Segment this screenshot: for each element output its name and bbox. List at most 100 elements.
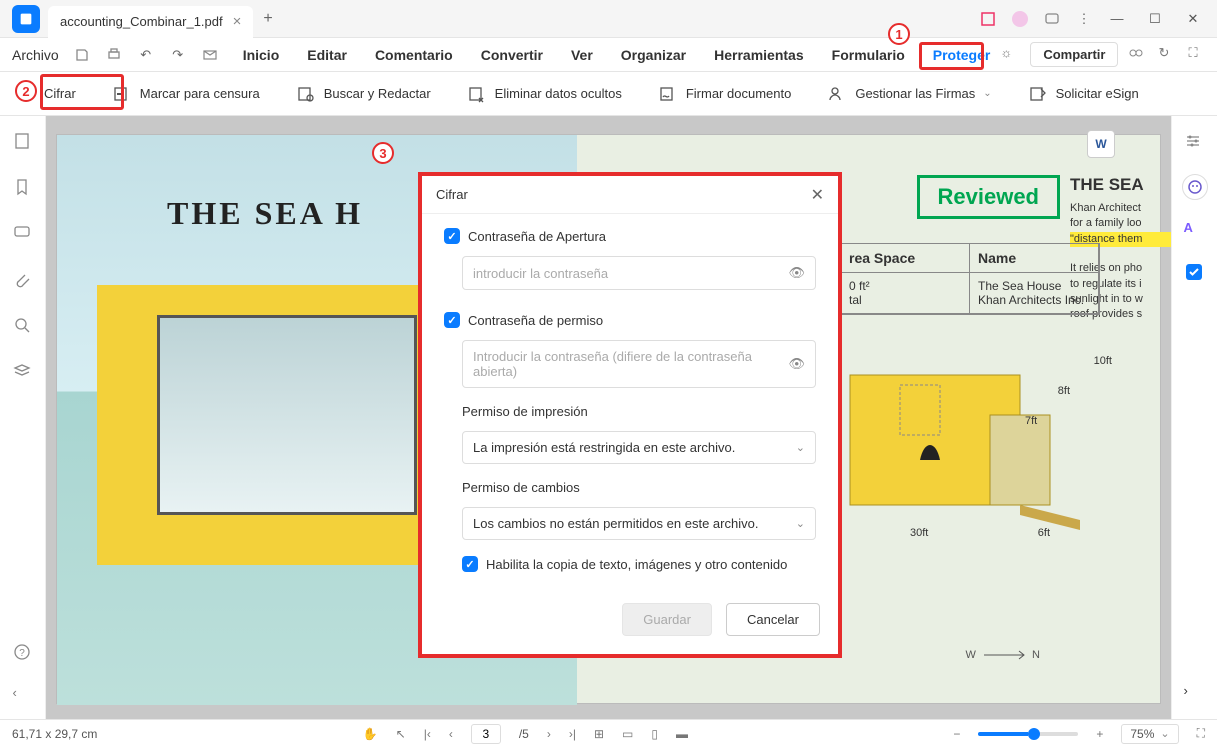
first-page-icon[interactable]: |‹	[424, 727, 431, 741]
attachment-icon[interactable]	[13, 270, 33, 290]
menu-file[interactable]: Archivo	[10, 43, 61, 67]
svg-text:?: ?	[19, 648, 25, 659]
single-page-icon[interactable]: ▯	[651, 727, 658, 741]
minimize-button[interactable]: —	[1103, 5, 1131, 33]
document-tab[interactable]: accounting_Combinar_1.pdf ×	[48, 6, 253, 38]
translate-icon[interactable]: A	[1184, 220, 1206, 242]
redact-mark-icon	[112, 84, 132, 104]
menu-inicio[interactable]: Inicio	[241, 43, 282, 67]
layers-icon[interactable]	[13, 362, 33, 382]
open-password-checkbox[interactable]	[444, 228, 460, 244]
enable-copy-checkbox[interactable]	[462, 556, 478, 572]
document-canvas[interactable]: THE SEA H INC. Reviewed THE SEA Khan Arc…	[46, 116, 1171, 719]
search-redact-button[interactable]: Buscar y Redactar	[290, 80, 437, 108]
print-permission-select[interactable]: La impresión está restringida en este ar…	[462, 431, 816, 464]
redo-icon[interactable]: ↷	[167, 44, 189, 66]
collapse-right-icon[interactable]: ›	[1184, 683, 1206, 705]
settings-sliders-icon[interactable]	[1184, 132, 1206, 154]
sync-icon[interactable]: ↻	[1158, 45, 1178, 65]
encrypt-button[interactable]: Cifrar	[10, 80, 82, 108]
export-word-icon[interactable]: W	[1087, 130, 1115, 158]
search-redact-icon	[296, 84, 316, 104]
comment-icon[interactable]	[13, 224, 33, 244]
undo-icon[interactable]: ↶	[135, 44, 157, 66]
share-button[interactable]: Compartir	[1030, 42, 1118, 67]
expand-icon[interactable]: ⛶	[1188, 45, 1208, 65]
title-bar: accounting_Combinar_1.pdf × + ⋮ — ☐ ✕	[0, 0, 1217, 38]
search-nav-icon[interactable]	[13, 316, 33, 336]
menu-formulario[interactable]: Formulario	[830, 43, 907, 67]
new-tab-button[interactable]: +	[263, 10, 272, 28]
bookmark-icon[interactable]	[13, 178, 33, 198]
hand-tool-icon[interactable]: ✋	[363, 727, 378, 741]
dialog-close-icon[interactable]: ✕	[811, 185, 824, 205]
zoom-select[interactable]: 75%⌄	[1121, 724, 1178, 744]
app-logo	[12, 5, 40, 33]
chat-icon[interactable]	[1043, 10, 1061, 28]
next-page-icon[interactable]: ›	[547, 727, 551, 741]
change-permission-select[interactable]: Los cambios no están permitidos en este …	[462, 507, 816, 540]
prev-page-icon[interactable]: ‹	[449, 727, 453, 741]
signature-icon	[658, 84, 678, 104]
menu-organizar[interactable]: Organizar	[619, 43, 688, 67]
print-icon[interactable]	[103, 44, 125, 66]
tab-filename: accounting_Combinar_1.pdf	[60, 14, 223, 29]
mark-redact-label: Marcar para censura	[140, 86, 260, 101]
manage-sign-icon	[827, 84, 847, 104]
permission-password-label: Contraseña de permiso	[468, 313, 603, 328]
eye-icon[interactable]: 👁	[788, 356, 805, 372]
lock-icon	[16, 84, 36, 104]
sign-doc-label: Firmar documento	[686, 86, 791, 101]
lightbulb-icon[interactable]: ☼	[1000, 45, 1020, 65]
fit-width-icon[interactable]: ⊞	[594, 727, 604, 741]
fit-page-icon[interactable]: ▭	[622, 727, 633, 741]
request-esign-label: Solicitar eSign	[1056, 86, 1139, 101]
protect-toolbar: Cifrar Marcar para censura Buscar y Reda…	[0, 72, 1217, 116]
permission-password-checkbox[interactable]	[444, 312, 460, 328]
chevron-down-icon: ⌄	[796, 441, 805, 454]
eye-icon[interactable]: 👁	[788, 265, 805, 281]
mark-redact-button[interactable]: Marcar para censura	[106, 80, 266, 108]
cancel-button[interactable]: Cancelar	[726, 603, 820, 636]
zoom-out-icon[interactable]: −	[953, 727, 960, 741]
menu-convertir[interactable]: Convertir	[479, 43, 545, 67]
continuous-page-icon[interactable]: ▬	[676, 727, 688, 741]
help-icon[interactable]: ?	[13, 643, 33, 663]
sign-doc-button[interactable]: Firmar documento	[652, 80, 797, 108]
link-icon[interactable]	[1128, 45, 1148, 65]
save-icon[interactable]	[71, 44, 93, 66]
zoom-in-icon[interactable]: +	[1096, 727, 1103, 741]
fullscreen-icon[interactable]: ⛶	[1197, 726, 1205, 741]
encrypt-label: Cifrar	[44, 86, 76, 101]
maximize-button[interactable]: ☐	[1141, 5, 1169, 33]
check-badge-icon[interactable]	[1184, 262, 1206, 284]
encrypt-dialog: Cifrar ✕ Contraseña de Apertura introduc…	[418, 172, 842, 658]
ai-assistant-icon[interactable]	[1182, 174, 1208, 200]
request-esign-button[interactable]: Solicitar eSign	[1022, 80, 1145, 108]
close-window-button[interactable]: ✕	[1179, 5, 1207, 33]
mail-icon[interactable]	[199, 44, 221, 66]
notification-icon[interactable]	[979, 10, 997, 28]
remove-hidden-label: Eliminar datos ocultos	[495, 86, 622, 101]
chevron-down-icon: ⌄	[983, 88, 991, 99]
permission-password-input[interactable]: Introducir la contraseña (difiere de la …	[462, 340, 816, 388]
select-tool-icon[interactable]: ↖	[396, 727, 406, 741]
manage-sign-button[interactable]: Gestionar las Firmas ⌄	[821, 80, 997, 108]
tab-close-icon[interactable]: ×	[233, 13, 242, 30]
kebab-menu-icon[interactable]: ⋮	[1075, 10, 1093, 28]
menu-herramientas[interactable]: Herramientas	[712, 43, 806, 67]
page-thumbs-icon[interactable]	[13, 132, 33, 152]
menu-comentario[interactable]: Comentario	[373, 43, 455, 67]
save-button[interactable]: Guardar	[622, 603, 712, 636]
menu-proteger[interactable]: Proteger	[931, 43, 993, 67]
page-number-input[interactable]	[471, 724, 501, 744]
last-page-icon[interactable]: ›|	[569, 727, 576, 741]
zoom-slider[interactable]	[978, 732, 1078, 736]
open-password-input[interactable]: introducir la contraseña 👁	[462, 256, 816, 290]
collapse-left-icon[interactable]: ‹	[13, 685, 33, 705]
page-dimensions: 61,71 x 29,7 cm	[12, 727, 97, 741]
menu-editar[interactable]: Editar	[305, 43, 349, 67]
remove-hidden-button[interactable]: Eliminar datos ocultos	[461, 80, 628, 108]
menu-ver[interactable]: Ver	[569, 43, 595, 67]
user-avatar-icon[interactable]	[1011, 10, 1029, 28]
